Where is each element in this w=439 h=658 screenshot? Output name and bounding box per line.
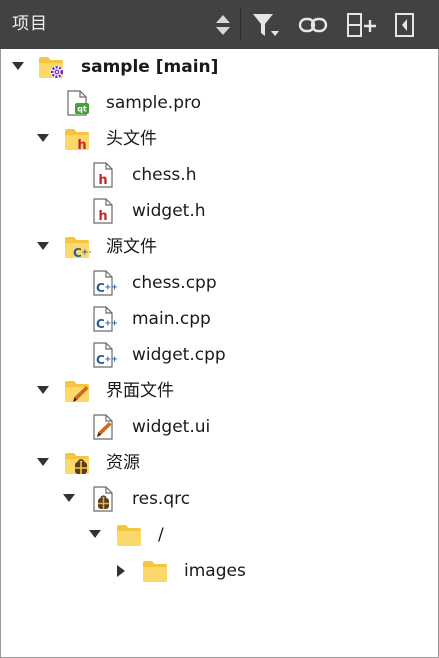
expand-arrow-icon[interactable] [37,242,49,251]
svg-text:h: h [77,138,86,153]
toolbar-separator [240,8,241,40]
tree-item-label: images [184,561,246,581]
expand-arrow-icon[interactable] [63,494,75,503]
folder-resource-icon [63,449,91,474]
tree-item-form-widget[interactable]: widget.ui [1,409,438,445]
tree-item-label: main.cpp [132,309,211,329]
folder-icon [141,557,169,585]
tree-item-res-qrc[interactable]: res.qrc [1,481,438,517]
svg-text:++: ++ [82,248,92,257]
project-tree: sample [main] qt sample.pro h 头文件 h ches… [0,49,439,658]
expand-arrow-icon[interactable] [89,530,101,539]
tree-item-label: / [158,525,164,545]
svg-text:++: ++ [105,355,118,364]
tree-item-sources[interactable]: C ++ 源文件 [1,229,438,265]
close-pane-icon[interactable] [394,11,416,39]
tree-item-label: chess.h [132,165,197,185]
project-pane-toolbar: 项目 [0,0,439,49]
expand-arrow-icon[interactable] [37,458,49,467]
ui-file-icon [89,413,117,441]
tree-item-source-main[interactable]: C ++ main.cpp [1,301,438,337]
tree-item-label: sample [main] [81,57,219,77]
tree-item-source-chess[interactable]: C ++ chess.cpp [1,265,438,301]
tree-item-label: 源文件 [106,237,157,257]
svg-text:h: h [98,209,107,224]
filter-icon[interactable] [251,11,281,39]
header-file-icon: h [89,161,117,188]
cpp-file-icon: C ++ [89,269,117,297]
folder-cpp-icon: C ++ [63,233,92,260]
tree-item-header-chess[interactable]: h chess.h [1,157,438,193]
tree-item-headers[interactable]: h 头文件 [1,121,438,157]
folder-header-icon: h [63,125,91,153]
tree-item-source-widget[interactable]: C ++ widget.cpp [1,337,438,373]
svg-text:++: ++ [105,319,118,328]
folder-gear-icon [37,53,64,79]
tree-item-pro-file[interactable]: qt sample.pro [1,85,438,121]
collapse-arrow-icon[interactable] [117,565,126,577]
folder-icon [115,521,143,549]
qrc-file-icon [89,485,117,513]
tree-item-header-widget[interactable]: h widget.h [1,193,438,229]
expand-arrow-icon[interactable] [37,134,49,143]
folder-form-icon [63,377,91,402]
svg-text:qt: qt [77,105,87,114]
cpp-file-icon: C ++ [89,305,117,333]
qt-pro-file-icon: qt [63,89,89,117]
svg-text:++: ++ [105,283,118,292]
tree-item-res-root[interactable]: / [1,517,438,553]
tree-item-label: sample.pro [106,93,202,113]
tree-item-label: widget.h [132,201,206,221]
svg-text:h: h [98,173,107,188]
split-add-icon[interactable] [346,11,378,39]
tree-item-forms[interactable]: 界面文件 [1,373,438,409]
pane-title: 项目 [12,14,48,34]
tree-item-label: widget.ui [132,417,211,437]
expand-arrow-icon[interactable] [12,62,24,71]
tree-item-label: chess.cpp [132,273,217,293]
tree-item-project[interactable]: sample [main] [1,49,438,85]
tree-item-resources[interactable]: 资源 [1,445,438,481]
tree-item-label: 界面文件 [106,381,174,401]
tree-item-label: res.qrc [132,489,191,509]
sort-updown-icon[interactable] [214,14,232,36]
tree-item-label: 头文件 [106,129,157,149]
cpp-file-icon: C ++ [89,341,117,369]
tree-item-label: 资源 [106,453,140,473]
link-icon[interactable] [298,11,328,39]
tree-item-label: widget.cpp [132,345,226,365]
expand-arrow-icon[interactable] [37,386,49,395]
tree-item-res-images[interactable]: images [1,553,438,589]
header-file-icon: h [89,197,117,224]
